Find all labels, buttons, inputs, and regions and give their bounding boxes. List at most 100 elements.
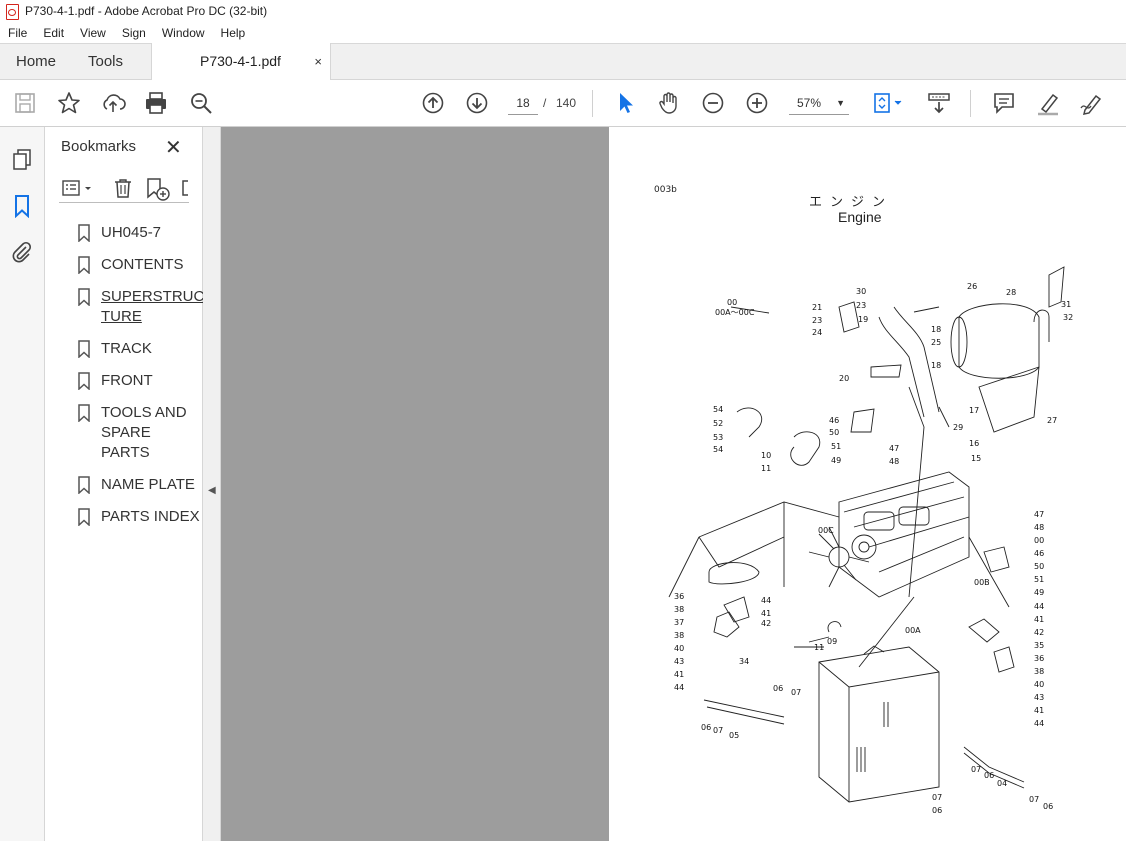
bookmark-item[interactable]: CONTENTS xyxy=(75,255,203,275)
svg-text:06: 06 xyxy=(932,806,942,815)
svg-text:26: 26 xyxy=(967,282,977,291)
next-page-icon[interactable] xyxy=(464,90,490,116)
svg-text:44: 44 xyxy=(674,683,684,692)
svg-text:07: 07 xyxy=(791,688,801,697)
svg-text:42: 42 xyxy=(761,619,771,628)
scroll-mode-icon[interactable] xyxy=(926,90,952,116)
prev-page-icon[interactable] xyxy=(420,90,446,116)
bookmark-label: SUPERSTRUC TURE xyxy=(101,288,205,325)
svg-text:41: 41 xyxy=(674,670,684,679)
bookmark-item[interactable]: NAME PLATE xyxy=(75,475,203,495)
svg-text:00A～00C: 00A～00C xyxy=(715,308,755,317)
svg-text:46: 46 xyxy=(1034,549,1044,558)
svg-text:38: 38 xyxy=(1034,667,1044,676)
bookmark-label: CONTENTS xyxy=(101,256,184,273)
bookmarks-icon[interactable] xyxy=(10,194,34,219)
svg-text:00: 00 xyxy=(727,298,737,307)
comment-icon[interactable] xyxy=(991,90,1017,116)
bookmark-label: PARTS INDEX xyxy=(101,508,200,525)
svg-text:54: 54 xyxy=(713,445,723,454)
tab-bar: Home Tools P730-4-1.pdf × xyxy=(0,43,1126,80)
svg-text:41: 41 xyxy=(1034,615,1044,624)
zoom-out-icon[interactable] xyxy=(700,90,726,116)
options-menu-icon[interactable] xyxy=(61,177,97,204)
zoom-search-icon[interactable] xyxy=(188,90,214,116)
bookmarks-toolbar xyxy=(59,175,189,203)
svg-text:42: 42 xyxy=(1034,628,1044,637)
svg-text:47: 47 xyxy=(889,444,899,453)
svg-text:40: 40 xyxy=(674,644,684,653)
menu-view[interactable]: View xyxy=(72,26,114,40)
svg-text:38: 38 xyxy=(674,605,684,614)
svg-text:04: 04 xyxy=(997,779,1007,788)
page-number-input[interactable]: 18 xyxy=(508,91,538,115)
document-viewport[interactable]: 003b エンジン Engine 00 00A～00C 21 23 24 30 … xyxy=(221,127,1126,841)
svg-text:41: 41 xyxy=(761,609,771,618)
acrobat-icon xyxy=(5,4,19,20)
tab-home[interactable]: Home xyxy=(16,44,56,80)
svg-text:05: 05 xyxy=(729,731,739,740)
svg-text:44: 44 xyxy=(1034,719,1044,728)
hand-icon[interactable] xyxy=(656,90,682,116)
page-thumbnails-icon[interactable] xyxy=(10,147,34,171)
bookmark-item[interactable]: SUPERSTRUC TURE xyxy=(75,287,205,327)
chevron-down-icon: ▼ xyxy=(836,98,845,108)
close-tab-icon[interactable]: × xyxy=(314,43,322,80)
fit-page-icon[interactable] xyxy=(870,90,906,116)
bookmark-item[interactable]: UH045-7 xyxy=(75,223,203,243)
svg-text:06: 06 xyxy=(1043,802,1053,811)
new-bookmark-icon[interactable] xyxy=(145,177,171,206)
svg-text:51: 51 xyxy=(831,442,841,451)
svg-text:00C: 00C xyxy=(818,526,834,535)
menu-window[interactable]: Window xyxy=(154,26,213,40)
attachments-icon[interactable] xyxy=(10,240,34,264)
select-cursor-icon[interactable] xyxy=(612,90,638,116)
save-icon[interactable] xyxy=(12,90,38,116)
svg-text:00A: 00A xyxy=(905,626,921,635)
svg-text:17: 17 xyxy=(969,406,979,415)
svg-text:07: 07 xyxy=(932,793,942,802)
title-bar: P730-4-1.pdf - Adobe Acrobat Pro DC (32-… xyxy=(0,0,1126,22)
svg-text:28: 28 xyxy=(1006,288,1016,297)
svg-text:46: 46 xyxy=(829,416,839,425)
pdf-page: 003b エンジン Engine 00 00A～00C 21 23 24 30 … xyxy=(609,127,1126,841)
svg-text:51: 51 xyxy=(1034,575,1044,584)
toolbar: 18 / 140 57% ▼ xyxy=(0,80,1126,127)
svg-text:36: 36 xyxy=(674,592,684,601)
bookmark-item[interactable]: PARTS INDEX xyxy=(75,507,203,527)
svg-text:16: 16 xyxy=(969,439,979,448)
panel-collapse-handle[interactable]: ◀ xyxy=(203,127,221,841)
close-panel-icon[interactable]: ✕ xyxy=(165,135,182,160)
svg-text:20: 20 xyxy=(839,374,849,383)
svg-text:06: 06 xyxy=(701,723,711,732)
zoom-in-icon[interactable] xyxy=(744,90,770,116)
print-icon[interactable] xyxy=(143,90,169,116)
menu-file[interactable]: File xyxy=(0,26,35,40)
sign-icon[interactable] xyxy=(1079,90,1105,116)
upload-icon[interactable] xyxy=(100,90,126,116)
bookmark-item[interactable]: FRONT xyxy=(75,371,203,391)
bookmark-item[interactable]: TOOLS AND SPARE PARTS xyxy=(75,403,203,463)
document-tab-label: P730-4-1.pdf xyxy=(200,53,281,69)
svg-text:36: 36 xyxy=(1034,654,1044,663)
menu-help[interactable]: Help xyxy=(213,26,254,40)
bookmark-list: UH045-7 CONTENTS SUPERSTRUC TURE TRACK F… xyxy=(75,223,205,539)
svg-text:11: 11 xyxy=(814,643,824,652)
svg-text:10: 10 xyxy=(761,451,771,460)
expand-bookmark-icon[interactable] xyxy=(181,177,189,204)
delete-bookmark-icon[interactable] xyxy=(112,177,134,204)
page-separator: / xyxy=(543,96,547,110)
bookmark-label: TOOLS AND SPARE PARTS xyxy=(101,404,187,461)
menu-sign[interactable]: Sign xyxy=(114,26,154,40)
svg-text:37: 37 xyxy=(674,618,684,627)
highlight-icon[interactable] xyxy=(1035,90,1061,116)
zoom-level-select[interactable]: 57% ▼ xyxy=(789,91,849,115)
svg-text:25: 25 xyxy=(931,338,941,347)
tab-tools[interactable]: Tools xyxy=(88,44,123,80)
menu-edit[interactable]: Edit xyxy=(35,26,72,40)
bookmark-star-icon[interactable] xyxy=(56,90,82,116)
svg-text:19: 19 xyxy=(858,315,868,324)
total-pages: 140 xyxy=(556,96,577,110)
tab-document[interactable]: P730-4-1.pdf × xyxy=(151,43,331,80)
bookmark-item[interactable]: TRACK xyxy=(75,339,203,359)
